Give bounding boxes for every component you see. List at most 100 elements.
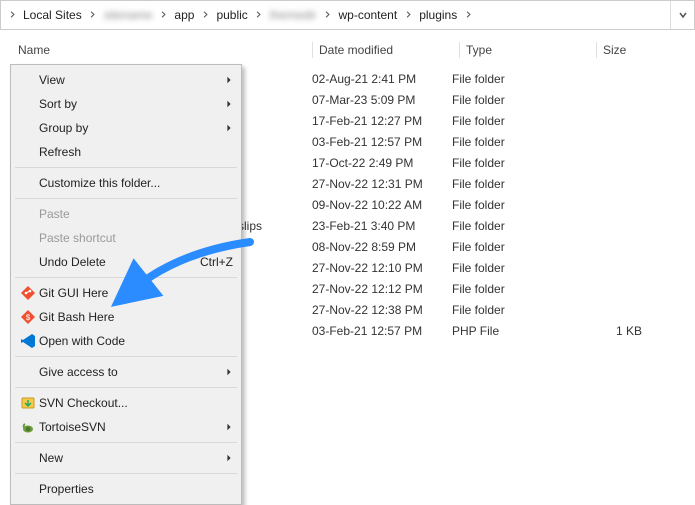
breadcrumb-chevron-icon[interactable] [322,10,332,21]
breadcrumb-item[interactable]: sitename [98,1,159,29]
menu-separator [15,387,237,388]
menu-item-label: Group by [39,121,221,135]
breadcrumb-item[interactable]: wp-content [332,1,403,29]
col-header-size[interactable]: Size [603,43,683,57]
menu-item-label: Undo Delete [39,255,200,269]
breadcrumb-chevron-icon[interactable] [200,10,210,21]
file-type: File folder [452,114,582,128]
file-date: 08-Nov-22 8:59 PM [312,240,452,254]
menu-item-label: Git GUI Here [39,286,233,300]
menu-item-label: Give access to [39,365,221,379]
file-type: File folder [452,282,582,296]
menu-item-label: Properties [39,482,233,496]
breadcrumb-chevron-icon[interactable] [158,10,168,21]
menu-item-svn-checkout[interactable]: SVN Checkout... [13,391,239,415]
file-type: File folder [452,261,582,275]
menu-item-shortcut: Ctrl+Z [200,255,233,269]
menu-item-label: Paste shortcut [39,231,233,245]
menu-item-git-bash-here[interactable]: $ Git Bash Here [13,305,239,329]
menu-item-paste: Paste [13,202,239,226]
menu-item-label: Open with Code [39,334,233,348]
menu-item-label: Paste [39,207,233,221]
file-type: File folder [452,240,582,254]
file-date: 07-Mar-23 5:09 PM [312,93,452,107]
file-date: 27-Nov-22 12:10 PM [312,261,452,275]
breadcrumb-item[interactable]: Local Sites [17,1,88,29]
file-date: 27-Nov-22 12:12 PM [312,282,452,296]
file-type: File folder [452,156,582,170]
menu-item-paste-shortcut: Paste shortcut [13,226,239,250]
git-bash-icon: $ [17,309,39,325]
file-type: File folder [452,198,582,212]
submenu-arrow-icon [221,420,233,434]
tortoise-icon [17,419,39,435]
file-type: File folder [452,303,582,317]
file-date: 17-Feb-21 12:27 PM [312,114,452,128]
file-date: 17-Oct-22 2:49 PM [312,156,452,170]
menu-item-label: Refresh [39,145,233,159]
menu-separator [15,442,237,443]
menu-item-label: Sort by [39,97,221,111]
menu-item-group-by[interactable]: Group by [13,116,239,140]
col-header-name[interactable]: Name [18,43,312,57]
menu-item-undo-delete[interactable]: Undo DeleteCtrl+Z [13,250,239,274]
file-size: 1 KB [582,324,662,338]
submenu-arrow-icon [221,365,233,379]
file-date: 02-Aug-21 2:41 PM [312,72,452,86]
menu-item-tortoisesvn[interactable]: TortoiseSVN [13,415,239,439]
menu-item-label: TortoiseSVN [39,420,221,434]
breadcrumb[interactable]: Local Sites sitename app public themedir wp-c… [0,0,695,30]
file-date: 03-Feb-21 12:57 PM [312,135,452,149]
file-date: 23-Feb-21 3:40 PM [312,219,452,233]
menu-item-sort-by[interactable]: Sort by [13,92,239,116]
menu-item-customize-this-folder[interactable]: Customize this folder... [13,171,239,195]
file-date: 27-Nov-22 12:31 PM [312,177,452,191]
file-type: PHP File [452,324,582,338]
vscode-icon [17,333,39,349]
menu-separator [15,277,237,278]
file-type: File folder [452,93,582,107]
breadcrumb-chevron-icon[interactable] [254,10,264,21]
breadcrumb-chevron-icon[interactable] [463,10,473,21]
menu-item-label: Customize this folder... [39,176,233,190]
breadcrumb-dropdown[interactable] [670,1,694,29]
menu-item-properties[interactable]: Properties [13,477,239,501]
menu-item-label: SVN Checkout... [39,396,233,410]
col-header-type[interactable]: Type [466,43,596,57]
breadcrumb-item[interactable]: themedir [264,1,323,29]
menu-item-view[interactable]: View [13,68,239,92]
file-type: File folder [452,219,582,233]
menu-item-git-gui-here[interactable]: Git GUI Here [13,281,239,305]
menu-separator [15,198,237,199]
menu-item-label: New [39,451,221,465]
git-gui-icon [17,285,39,301]
breadcrumb-item[interactable]: app [168,1,200,29]
file-type: File folder [452,72,582,86]
menu-separator [15,356,237,357]
menu-separator [15,473,237,474]
file-date: 27-Nov-22 12:38 PM [312,303,452,317]
file-type: File folder [452,135,582,149]
breadcrumb-chevron-icon[interactable] [7,10,17,21]
breadcrumb-chevron-icon[interactable] [88,10,98,21]
file-type: File folder [452,177,582,191]
svn-checkout-icon [17,395,39,411]
submenu-arrow-icon [221,451,233,465]
svg-text:$: $ [26,314,31,323]
breadcrumb-item[interactable]: public [210,1,253,29]
submenu-arrow-icon [221,97,233,111]
file-date: 09-Nov-22 10:22 AM [312,198,452,212]
menu-item-give-access-to[interactable]: Give access to [13,360,239,384]
breadcrumb-chevron-icon[interactable] [403,10,413,21]
menu-item-label: Git Bash Here [39,310,233,324]
menu-item-refresh[interactable]: Refresh [13,140,239,164]
menu-separator [15,167,237,168]
menu-item-new[interactable]: New [13,446,239,470]
submenu-arrow-icon [221,73,233,87]
submenu-arrow-icon [221,121,233,135]
menu-item-open-with-code[interactable]: Open with Code [13,329,239,353]
context-menu[interactable]: View Sort by Group by Refresh Customize this… [10,64,242,505]
breadcrumb-item[interactable]: plugins [413,1,463,29]
file-date: 03-Feb-21 12:57 PM [312,324,452,338]
col-header-date[interactable]: Date modified [319,43,459,57]
